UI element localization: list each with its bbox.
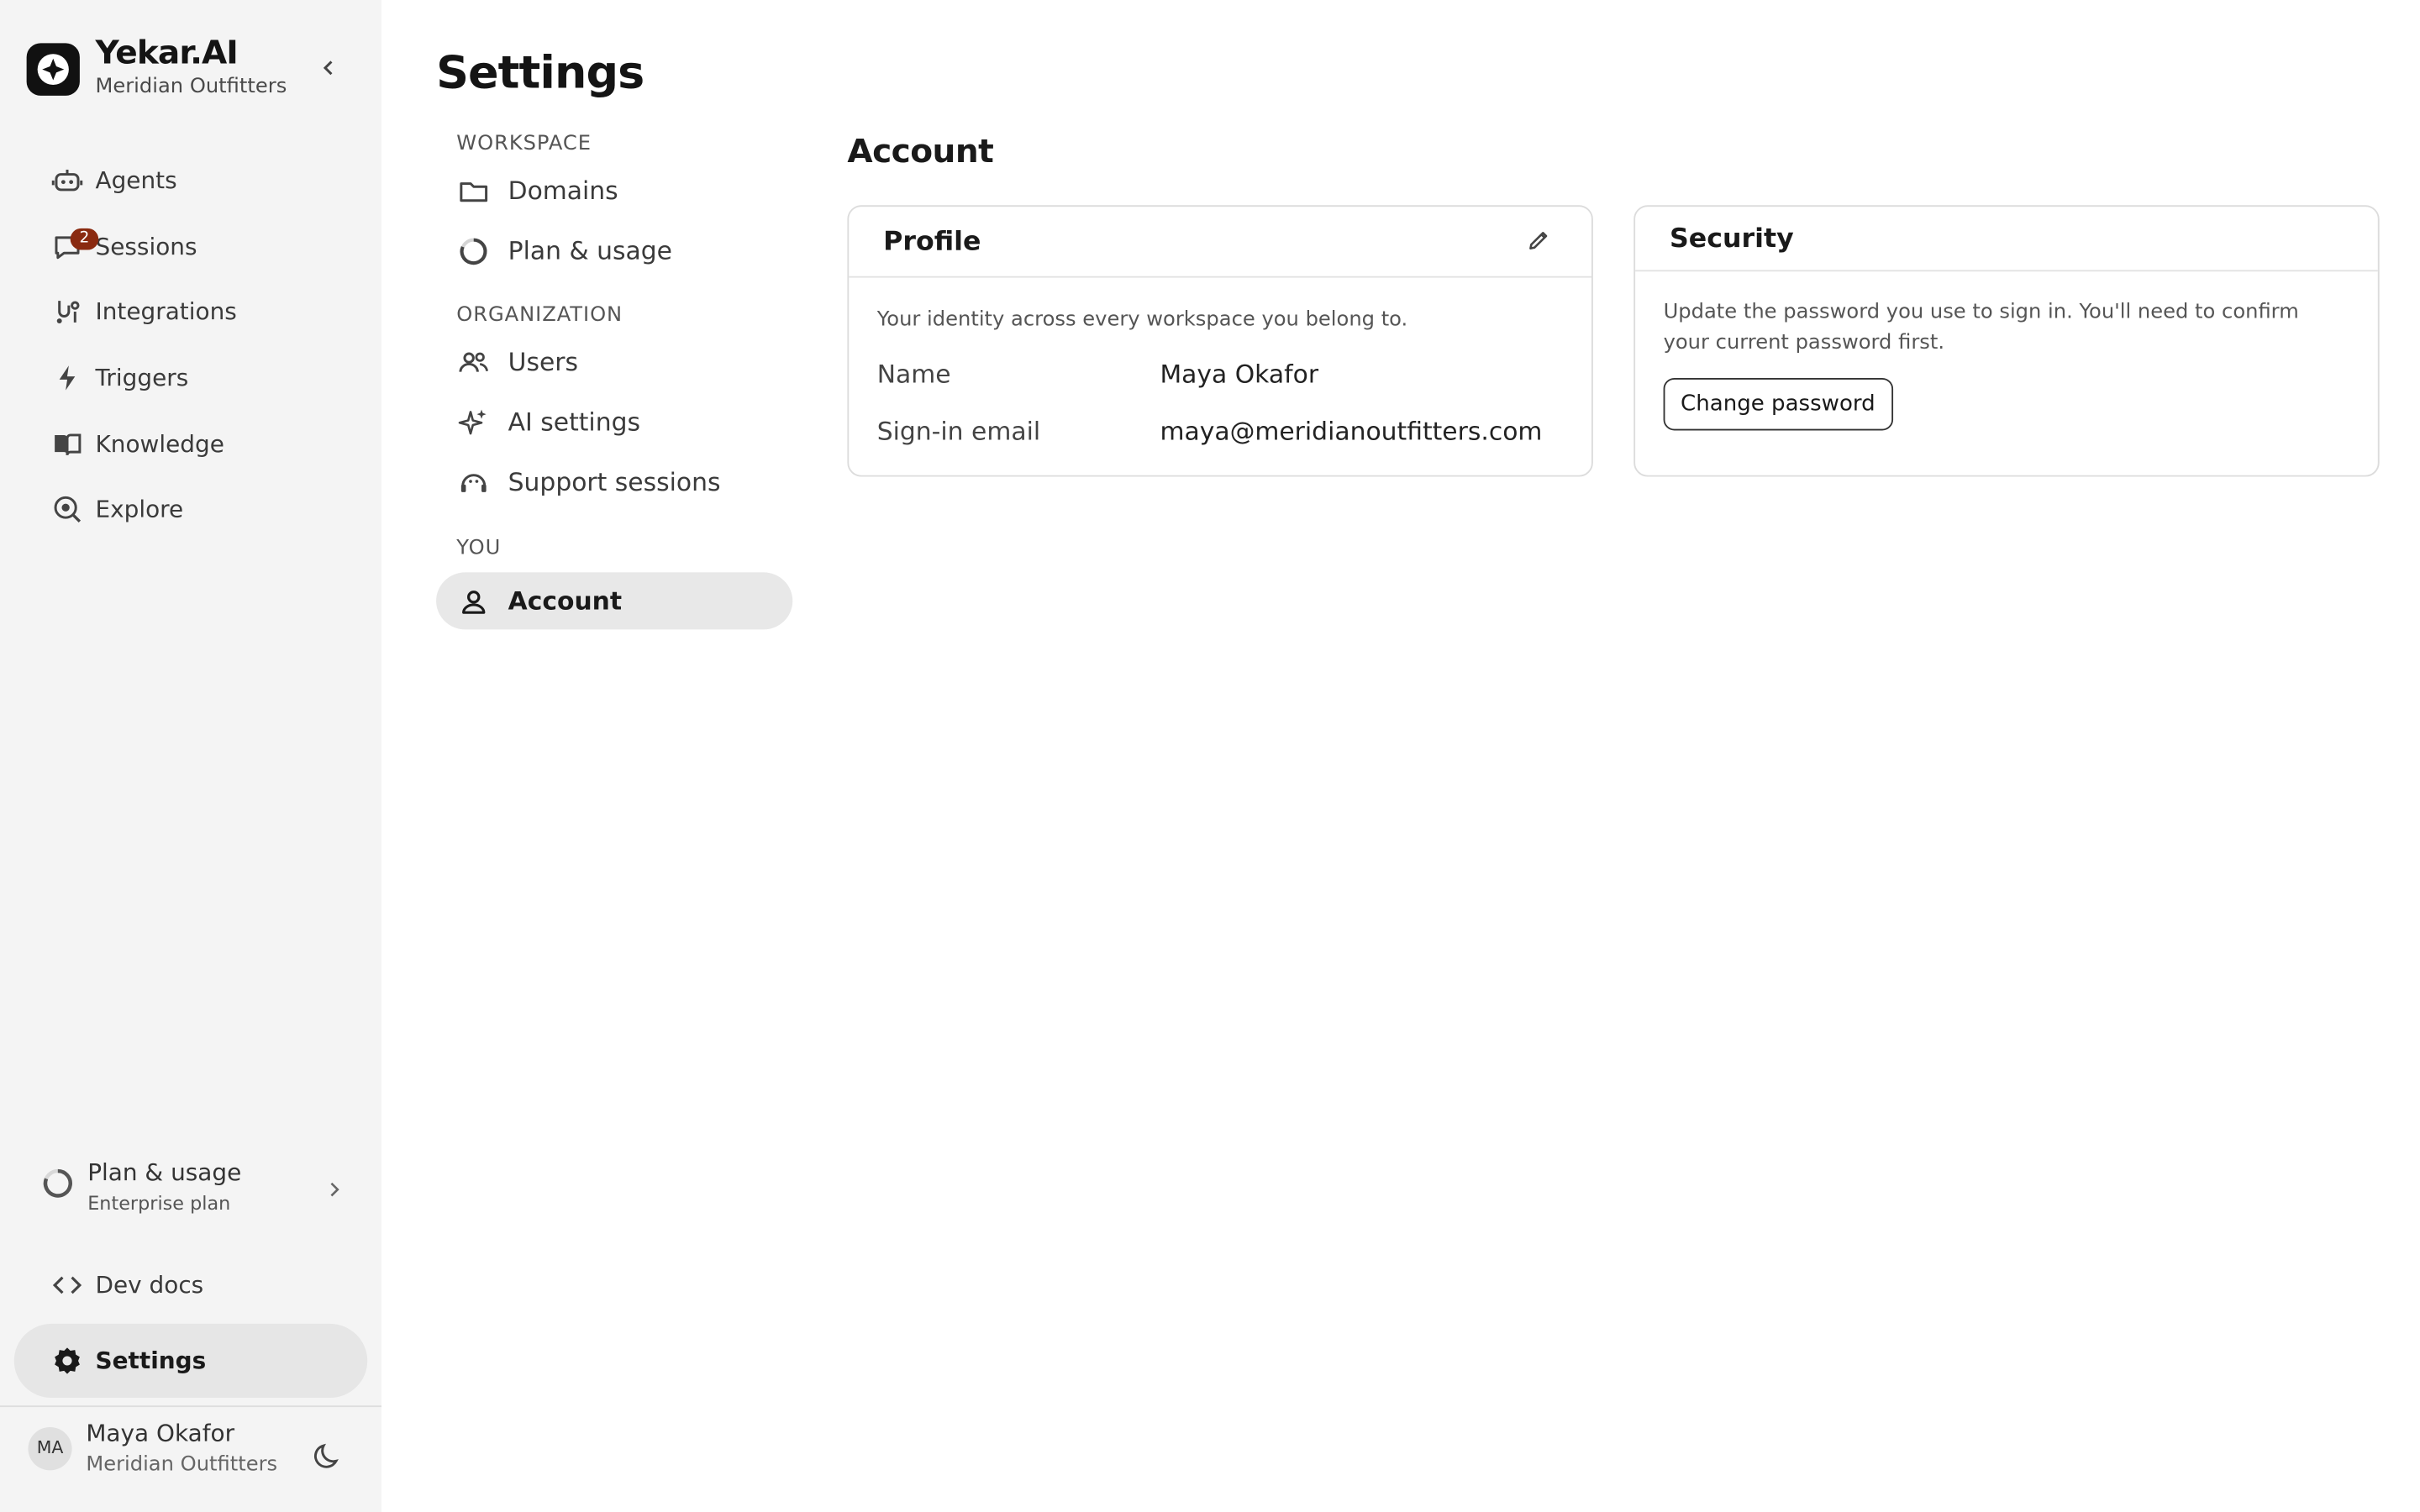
brand: Yekar.AI Meridian Outfitters xyxy=(26,34,287,99)
card-header: Security xyxy=(1635,207,2378,272)
change-password-button[interactable]: Change password xyxy=(1663,377,1893,431)
sidebar-item-settings[interactable]: Settings xyxy=(13,1323,368,1399)
sidebar-item-dev-docs[interactable]: Dev docs xyxy=(31,1252,360,1317)
section-label-you: YOU xyxy=(456,537,502,560)
sidebar-item-sessions[interactable]: 2 Sessions xyxy=(31,214,360,280)
bolt-icon xyxy=(50,361,85,395)
section-label-workspace: WORKSPACE xyxy=(456,132,592,156)
theme-toggle-button[interactable] xyxy=(313,1441,344,1478)
sidebar-item-label: Settings xyxy=(95,1347,207,1375)
subnav-item-domains[interactable]: Domains xyxy=(436,160,792,221)
plan-usage-card[interactable]: Plan & usage Enterprise plan xyxy=(16,1138,368,1234)
subnav-item-ai-settings[interactable]: AI settings xyxy=(436,392,792,453)
subnav-item-account[interactable]: Account xyxy=(436,572,793,630)
subnav-item-plan-usage[interactable]: Plan & usage xyxy=(436,221,792,281)
sidebar-item-triggers[interactable]: Triggers xyxy=(31,345,360,411)
plan-subtitle: Enterprise plan xyxy=(87,1192,231,1215)
explore-icon xyxy=(50,492,85,526)
sidebar: Yekar.AI Meridian Outfitters Agents 2 Se… xyxy=(0,0,381,1512)
sidebar-item-label: Agents xyxy=(95,166,177,195)
account-section: Account Profile Your identity across eve… xyxy=(847,132,2380,477)
sidebar-item-agents[interactable]: Agents xyxy=(31,148,360,213)
settings-subnav: WORKSPACE Domains Plan & usage ORGANIZAT… xyxy=(436,132,793,630)
sessions-badge: 2 xyxy=(70,228,99,249)
field-value: maya@meridianoutfitters.com xyxy=(1160,416,1543,446)
chevron-left-icon xyxy=(323,60,333,76)
sidebar-item-label: Integrations xyxy=(95,298,237,327)
sidebar-item-label: Explore xyxy=(95,496,184,524)
robot-icon xyxy=(50,164,85,197)
card-description: Your identity across every workspace you… xyxy=(876,308,1408,332)
sidebar-item-label: Triggers xyxy=(95,364,189,392)
subnav-item-users[interactable]: Users xyxy=(436,332,792,392)
sidebar-item-explore[interactable]: Explore xyxy=(31,476,360,542)
user-profile[interactable]: MA Maya Okafor Meridian Outfitters xyxy=(28,1420,356,1477)
code-icon xyxy=(50,1268,85,1302)
subnav-label: Plan & usage xyxy=(508,236,672,265)
sparkles-icon xyxy=(456,405,491,438)
edit-profile-button[interactable] xyxy=(1526,228,1551,261)
field-value: Maya Okafor xyxy=(1160,359,1319,389)
sidebar-item-label: Knowledge xyxy=(95,429,224,458)
subnav-label: Support sessions xyxy=(508,467,721,497)
integrations-icon xyxy=(50,296,85,329)
pencil-icon xyxy=(1529,232,1548,249)
brand-org: Meridian Outfitters xyxy=(95,75,287,99)
field-label: Sign-in email xyxy=(876,416,1041,446)
subnav-label: Account xyxy=(508,585,623,616)
card-description: Update the password you use to sign in. … xyxy=(1663,301,2299,355)
security-card: Security Update the password you use to … xyxy=(1634,205,2380,477)
card-title: Profile xyxy=(883,226,981,257)
subnav-label: AI settings xyxy=(508,407,640,437)
section-title: Account xyxy=(847,132,994,171)
divider xyxy=(0,1405,381,1408)
brand-name: Yekar.AI xyxy=(95,34,238,71)
subnav-label: Domains xyxy=(508,176,618,206)
sidebar-item-label: Sessions xyxy=(95,233,197,261)
subnav-label: Users xyxy=(508,347,579,377)
users-icon xyxy=(456,345,491,379)
chevron-right-icon xyxy=(327,1176,343,1205)
support-agent-icon xyxy=(456,465,491,499)
plan-title: Plan & usage xyxy=(87,1158,242,1187)
collapse-sidebar-button[interactable] xyxy=(313,52,344,83)
profile-card: Profile Your identity across every works… xyxy=(847,205,1593,477)
card-title: Security xyxy=(1670,223,1794,255)
folder-icon xyxy=(456,174,491,207)
gear-icon xyxy=(50,1344,85,1378)
moon-icon xyxy=(313,1443,339,1468)
sidebar-item-integrations[interactable]: Integrations xyxy=(31,280,360,345)
user-org: Meridian Outfitters xyxy=(86,1453,278,1477)
subnav-item-support-sessions[interactable]: Support sessions xyxy=(436,452,792,512)
avatar: MA xyxy=(28,1426,72,1470)
book-icon xyxy=(50,427,85,460)
profile-email-row: Sign-in email maya@meridianoutfitters.co… xyxy=(849,402,1591,459)
page-title: Settings xyxy=(436,46,644,99)
usage-ring-icon xyxy=(456,234,491,267)
sidebar-item-knowledge[interactable]: Knowledge xyxy=(31,411,360,476)
main-content: Settings WORKSPACE Domains Plan & usage … xyxy=(381,0,2420,1512)
sidebar-item-label: Dev docs xyxy=(95,1271,204,1299)
card-header: Profile xyxy=(849,207,1591,278)
person-icon xyxy=(456,584,491,617)
section-label-organization: ORGANIZATION xyxy=(456,303,623,328)
user-name: Maya Okafor xyxy=(86,1419,235,1447)
logo-icon xyxy=(26,43,80,96)
usage-ring-icon xyxy=(40,1167,75,1207)
sidebar-nav: Agents 2 Sessions Integrations Triggers xyxy=(31,148,360,542)
profile-name-row: Name Maya Okafor xyxy=(849,345,1591,402)
field-label: Name xyxy=(876,359,951,389)
